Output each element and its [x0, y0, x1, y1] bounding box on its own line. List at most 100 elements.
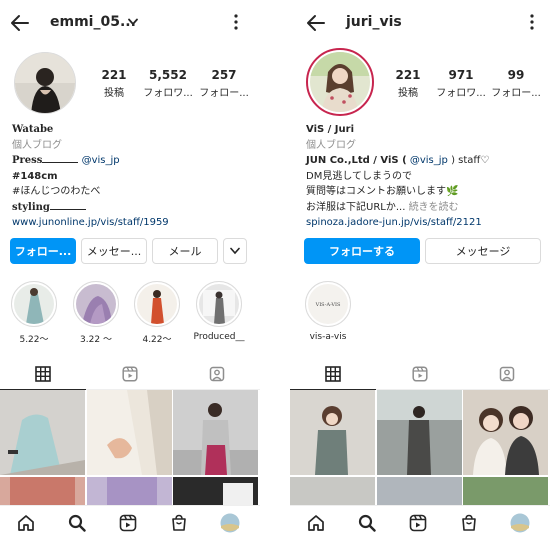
- display-name: Watabe: [12, 124, 54, 135]
- grid-icon: [35, 365, 51, 382]
- display-name: ViS / Juri: [306, 124, 355, 135]
- stat-posts[interactable]: 221 投稿: [390, 68, 426, 99]
- post-thumbnail[interactable]: [463, 477, 548, 506]
- nav-search[interactable]: [67, 513, 87, 533]
- follow-button[interactable]: フォローする: [304, 238, 420, 264]
- bio-link[interactable]: www.junonline.jp/vis/staff/1959: [12, 215, 252, 231]
- post-thumbnail[interactable]: [290, 477, 375, 506]
- top-bar: emmi_05...: [0, 0, 260, 46]
- avatar[interactable]: [14, 52, 76, 114]
- chevron-down-icon[interactable]: [128, 18, 138, 26]
- avatar: [220, 513, 240, 533]
- bio-line: DM見逃してしまうので: [306, 170, 413, 182]
- search-icon: [358, 514, 376, 532]
- more-vertical-icon[interactable]: [234, 14, 238, 30]
- back-arrow-icon[interactable]: [306, 14, 326, 32]
- highlight-item[interactable]: 4.22〜: [127, 281, 187, 345]
- post-thumbnail[interactable]: [87, 390, 172, 475]
- tab-tagged[interactable]: [174, 358, 260, 390]
- reels-icon: [409, 514, 427, 532]
- top-bar: juri_vis: [290, 0, 550, 46]
- profile-left: emmi_05... 221 投稿 5,552 フォロワ... 257 フォロー…: [0, 0, 260, 539]
- tab-reels[interactable]: [87, 358, 173, 390]
- reels-icon: [412, 366, 428, 382]
- reels-icon: [119, 514, 137, 532]
- tagged-icon: [209, 366, 225, 382]
- post-thumbnail[interactable]: [173, 390, 258, 475]
- nav-profile-avatar[interactable]: [220, 513, 240, 533]
- profile-tabs: [0, 358, 260, 390]
- username[interactable]: emmi_05...: [50, 14, 136, 30]
- back-arrow-icon[interactable]: [10, 14, 30, 32]
- nav-home[interactable]: [16, 513, 36, 533]
- grid-icon: [325, 365, 341, 382]
- posts-grid: [0, 390, 260, 506]
- message-button[interactable]: メッセージ: [425, 238, 541, 264]
- category-label: 個人ブログ: [306, 139, 356, 151]
- message-button[interactable]: メッセー...: [81, 238, 147, 264]
- username: juri_vis: [346, 14, 402, 30]
- bottom-nav: [290, 505, 550, 539]
- home-icon: [18, 515, 34, 531]
- svg-text:VIS-A-VIS: VIS-A-VIS: [315, 302, 341, 308]
- bio-height: #148cm: [12, 170, 58, 182]
- nav-reels[interactable]: [408, 513, 428, 533]
- nav-home[interactable]: [306, 513, 326, 533]
- post-thumbnail[interactable]: [0, 477, 85, 506]
- bio: Watabe 個人ブログ Press @vis_jp #148cm #ほんじつの…: [12, 122, 252, 231]
- posts-grid: [290, 390, 550, 506]
- nav-shop[interactable]: [169, 513, 189, 533]
- tab-grid[interactable]: [290, 358, 376, 390]
- follow-button[interactable]: フォロー...: [10, 238, 76, 264]
- shop-icon: [172, 514, 186, 531]
- bio-line: 質問等はコメントお願いします🌿: [306, 186, 459, 197]
- nav-profile-avatar[interactable]: [510, 513, 530, 533]
- post-thumbnail[interactable]: [173, 477, 258, 506]
- email-button[interactable]: メール: [152, 238, 218, 264]
- nav-reels[interactable]: [118, 513, 138, 533]
- post-thumbnail[interactable]: [290, 390, 375, 475]
- profile-tabs: [290, 358, 550, 390]
- stat-following[interactable]: 257 フォロー...: [196, 68, 252, 99]
- highlight-item[interactable]: 3.22 〜: [66, 281, 126, 345]
- tab-grid[interactable]: [0, 358, 86, 390]
- stat-posts[interactable]: 221 投稿: [96, 68, 132, 99]
- post-thumbnail[interactable]: [463, 390, 548, 475]
- more-vertical-icon[interactable]: [530, 14, 534, 30]
- shop-icon: [462, 514, 476, 531]
- highlight-item[interactable]: 5.22〜: [4, 281, 64, 345]
- reels-icon: [122, 366, 138, 382]
- bottom-nav: [0, 505, 260, 539]
- stat-followers[interactable]: 5,552 フォロワ...: [140, 68, 196, 99]
- bio-link[interactable]: spinoza.jadore-jun.jp/vis/staff/2121: [306, 215, 544, 231]
- read-more-link[interactable]: 続きを読む: [409, 202, 459, 213]
- suggested-dropdown-button[interactable]: [223, 238, 247, 264]
- stat-following[interactable]: 99 フォロー...: [488, 68, 544, 99]
- post-thumbnail[interactable]: [377, 477, 462, 506]
- nav-search[interactable]: [357, 513, 377, 533]
- bio-styling-line: styling: [12, 200, 252, 216]
- search-icon: [68, 514, 86, 532]
- home-icon: [308, 515, 324, 531]
- tagged-icon: [499, 366, 515, 382]
- bio: ViS / Juri 個人ブログ JUN Co.,Ltd / ViS ( @vi…: [306, 122, 544, 231]
- post-thumbnail[interactable]: [377, 390, 462, 475]
- bio-tagline: #ほんじつのわたべ: [12, 186, 101, 197]
- bio-press-line: Press @vis_jp: [12, 155, 120, 166]
- bio-line: お洋服は下記URLか... 続きを読む: [306, 201, 459, 213]
- nav-shop[interactable]: [459, 513, 479, 533]
- post-thumbnail[interactable]: [0, 390, 85, 475]
- stat-followers[interactable]: 971 フォロワ...: [433, 68, 489, 99]
- highlight-item[interactable]: VIS-A-VIS vis-a-vis: [298, 281, 358, 342]
- highlight-item[interactable]: Produced__: [189, 281, 249, 342]
- avatar[interactable]: [306, 48, 374, 116]
- tab-tagged[interactable]: [464, 358, 550, 390]
- chevron-down-icon: [230, 247, 240, 255]
- category-label: 個人ブログ: [12, 139, 62, 151]
- bio-company-line: JUN Co.,Ltd / ViS ( @vis_jp ) staff♡: [306, 155, 490, 166]
- mention-link[interactable]: @vis_jp: [410, 155, 448, 166]
- mention-link[interactable]: @vis_jp: [82, 155, 120, 166]
- tab-reels[interactable]: [377, 358, 463, 390]
- post-thumbnail[interactable]: [87, 477, 172, 506]
- avatar: [510, 513, 530, 533]
